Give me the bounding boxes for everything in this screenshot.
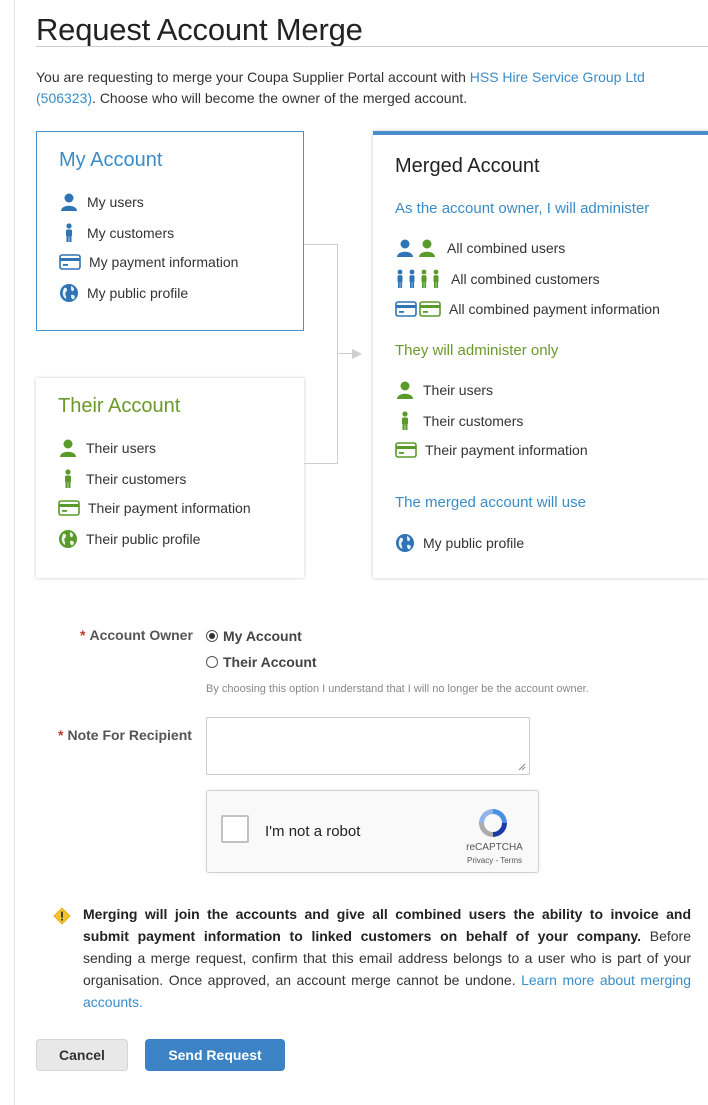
merged-their-payment-label: Their payment information (425, 442, 588, 458)
their-users-row: Their users (58, 439, 156, 457)
recaptcha-checkbox[interactable] (221, 815, 249, 843)
account-owner-label-text: Account Owner (89, 627, 193, 643)
merged-their-users-row: Their users (395, 381, 493, 399)
combined-users-label: All combined users (447, 240, 566, 256)
combined-payment-icon (395, 300, 441, 318)
radio-my-account-dot[interactable] (206, 630, 218, 642)
customer-icon (58, 469, 78, 489)
merge-warning-text: Merging will join the accounts and give … (83, 903, 691, 1013)
note-textarea[interactable] (206, 717, 530, 775)
my-users-row: My users (59, 193, 144, 211)
combined-customers-label: All combined customers (451, 271, 600, 287)
their-profile-label: Their public profile (86, 531, 201, 547)
required-marker: * (58, 727, 64, 743)
customer-icon (59, 223, 79, 243)
customer-icon (395, 411, 415, 431)
merged-their-users-label: Their users (423, 382, 494, 398)
merged-profile-row: My public profile (395, 533, 524, 553)
combined-customers-row: All combined customers (395, 269, 600, 289)
user-icon (58, 439, 78, 457)
combined-customers-icon (395, 269, 443, 289)
my-payment-row: My payment information (59, 253, 238, 271)
warning-icon (53, 907, 71, 925)
combined-users-icon (395, 239, 439, 257)
warning-bold-text: Merging will join the accounts and give … (83, 906, 691, 944)
send-request-button[interactable]: Send Request (145, 1039, 285, 1071)
owner-heading: As the account owner, I will administer (395, 200, 650, 217)
my-profile-row: My public profile (59, 283, 188, 303)
resize-grip-icon[interactable] (518, 763, 526, 771)
payment-card-icon (59, 253, 81, 271)
recaptcha-privacy-terms-links[interactable]: Privacy - Terms (447, 856, 542, 865)
their-payment-label: Their payment information (88, 500, 251, 516)
their-customers-label: Their customers (86, 471, 187, 487)
my-payment-label: My payment information (89, 254, 239, 270)
connector-their (304, 463, 338, 464)
their-profile-row: Their public profile (58, 529, 200, 549)
globe-icon (58, 529, 78, 549)
my-customers-row: My customers (59, 223, 174, 243)
radio-their-account[interactable]: Their Account (206, 654, 317, 670)
recaptcha-logo-icon (479, 809, 507, 837)
merged-account-title: Merged Account (395, 155, 540, 177)
merged-account-card: Merged Account As the account owner, I w… (373, 131, 708, 578)
payment-card-icon (58, 499, 80, 517)
owner-hint: By choosing this option I understand tha… (206, 683, 589, 695)
my-users-label: My users (87, 194, 144, 210)
user-icon (395, 381, 415, 399)
user-icon (59, 193, 79, 211)
radio-my-account[interactable]: My Account (206, 628, 302, 644)
intro-text: You are requesting to merge your Coupa S… (36, 67, 686, 109)
combined-payment-row: All combined payment information (395, 300, 660, 318)
combined-payment-label: All combined payment information (449, 301, 660, 317)
they-heading: They will administer only (395, 342, 559, 359)
merged-their-customers-row: Their customers (395, 411, 523, 431)
page-title: Request Account Merge (36, 12, 363, 47)
payment-card-icon (395, 441, 417, 459)
connector-my (304, 244, 338, 245)
cancel-button[interactable]: Cancel (36, 1039, 128, 1071)
their-payment-row: Their payment information (58, 499, 251, 517)
required-marker: * (80, 627, 86, 643)
merged-their-customers-label: Their customers (423, 413, 524, 429)
connector-vertical (337, 244, 338, 464)
intro-suffix: . Choose who will become the owner of th… (92, 90, 468, 106)
combined-users-row: All combined users (395, 239, 565, 257)
account-owner-label: * Account Owner (80, 627, 193, 643)
note-label-text: Note For Recipient (67, 727, 192, 743)
page-left-border (14, 0, 15, 1105)
my-account-title: My Account (59, 149, 163, 171)
their-users-label: Their users (86, 440, 157, 456)
note-label: * Note For Recipient (58, 727, 192, 743)
merged-their-payment-row: Their payment information (395, 441, 588, 459)
globe-icon (395, 533, 415, 553)
recaptcha-brand: reCAPTCHA (466, 842, 523, 853)
my-profile-label: My public profile (87, 285, 189, 301)
intro-prefix: You are requesting to merge your Coupa S… (36, 69, 470, 85)
recaptcha-widget: I'm not a robot reCAPTCHA Privacy - Term… (206, 790, 539, 873)
their-account-title: Their Account (58, 395, 181, 417)
their-customers-row: Their customers (58, 469, 186, 489)
radio-their-account-label[interactable]: Their Account (223, 654, 317, 670)
their-account-card: Their Account Their users Their customer… (36, 378, 304, 578)
use-heading: The merged account will use (395, 494, 586, 511)
globe-icon (59, 283, 79, 303)
my-customers-label: My customers (87, 225, 175, 241)
my-account-card: My Account My users My customers My paym… (36, 131, 304, 331)
title-divider (36, 46, 708, 47)
arrow-right-icon (352, 349, 362, 359)
recaptcha-label: I'm not a robot (265, 823, 361, 840)
radio-their-account-dot[interactable] (206, 656, 218, 668)
merged-profile-label: My public profile (423, 535, 525, 551)
radio-my-account-label[interactable]: My Account (223, 628, 302, 644)
